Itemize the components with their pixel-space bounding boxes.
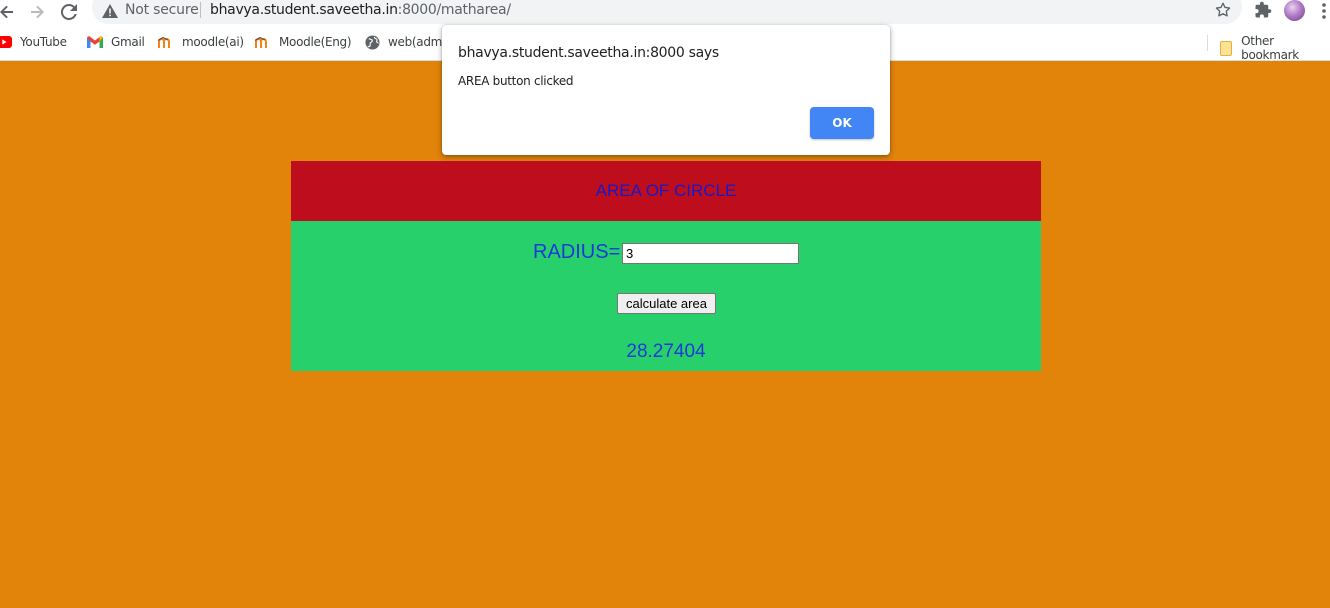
youtube-icon: [0, 34, 12, 50]
ok-button[interactable]: OK: [810, 107, 874, 139]
extensions-puzzle-icon[interactable]: [1254, 1, 1272, 19]
area-calculator: AREA OF CIRCLE RADIUS= calculate area 28…: [291, 161, 1041, 371]
security-status[interactable]: Not secure: [125, 2, 199, 18]
url-text[interactable]: bhavya.student.saveetha.in:8000/matharea…: [210, 2, 511, 18]
other-bookmarks-label: Other bookmark: [1241, 34, 1299, 62]
dialog-title: bhavya.student.saveetha.in:8000 says: [458, 45, 719, 61]
browser-toolbar: Not secure bhavya.student.saveetha.in:80…: [0, 0, 1330, 24]
reload-button[interactable]: [58, 1, 80, 23]
bookmark-gmail[interactable]: Gmail: [87, 34, 145, 50]
dialog-message: AREA button clicked: [458, 74, 574, 88]
reload-icon: [61, 4, 77, 20]
bookmarks-separator: [1207, 35, 1208, 51]
address-bar[interactable]: Not secure bhavya.student.saveetha.in:80…: [92, 0, 1242, 24]
alert-dialog: bhavya.student.saveetha.in:8000 says ARE…: [442, 25, 890, 155]
header-band: AREA OF CIRCLE: [291, 161, 1041, 221]
radius-input[interactable]: [622, 243, 799, 264]
address-separator: [200, 2, 201, 18]
bookmark-label: YouTube: [20, 35, 67, 49]
arrow-left-icon: [0, 5, 13, 19]
bookmark-moodle-eng[interactable]: Moodle(Eng): [255, 34, 352, 50]
bookmark-moodle-ai[interactable]: moodle(ai): [158, 34, 244, 50]
radius-label: RADIUS=: [533, 241, 621, 263]
bookmark-label: Moodle(Eng): [279, 35, 352, 49]
bookmark-web-admin[interactable]: web(admi: [364, 34, 445, 50]
back-button[interactable]: [0, 1, 18, 23]
arrow-right-icon: [31, 5, 44, 19]
bookmark-youtube[interactable]: YouTube: [0, 34, 67, 50]
bookmark-label: Gmail: [111, 35, 145, 49]
bookmark-star-icon[interactable]: [1214, 1, 1232, 19]
page-title: AREA OF CIRCLE: [595, 181, 737, 200]
moodle-icon: [158, 34, 174, 50]
forward-button[interactable]: [26, 1, 48, 23]
calculate-area-button[interactable]: calculate area: [617, 293, 716, 314]
bookmark-label: web(admi: [388, 35, 446, 49]
globe-icon: [364, 34, 380, 50]
form-band: RADIUS= calculate area 28.27404: [291, 221, 1041, 371]
bookmark-label: moodle(ai): [182, 35, 244, 49]
other-bookmarks[interactable]: Other bookmark: [1218, 34, 1330, 62]
gmail-icon: [87, 34, 103, 50]
url-path: :8000/matharea/: [397, 2, 511, 18]
moodle-icon: [255, 34, 271, 50]
url-host: bhavya.student.saveetha.in: [210, 2, 398, 18]
folder-icon: [1218, 40, 1233, 56]
warning-icon: [102, 4, 118, 18]
profile-avatar[interactable]: [1284, 0, 1305, 21]
area-result: 28.27404: [626, 341, 706, 362]
kebab-menu-icon[interactable]: [1320, 2, 1328, 20]
